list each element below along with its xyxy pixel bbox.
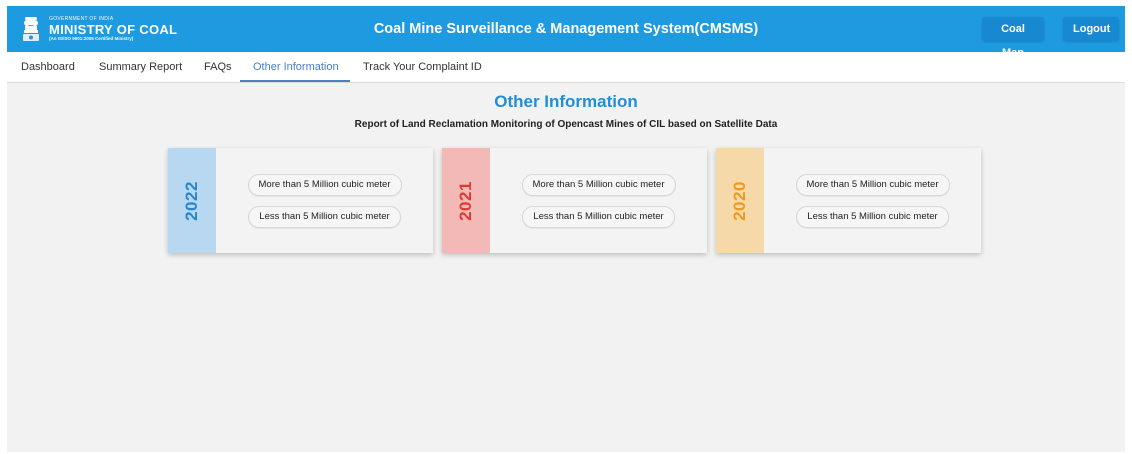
card-options: More than 5 Million cubic meter Less tha…	[764, 148, 981, 253]
year-strip: 2021	[442, 148, 490, 253]
report-card-2020: 2020 More than 5 Million cubic meter Les…	[716, 148, 981, 253]
nav-item-faqs[interactable]: FAQs	[204, 52, 232, 82]
year-label: 2020	[729, 180, 749, 221]
card-options: More than 5 Million cubic meter Less tha…	[216, 148, 433, 253]
logout-button[interactable]: Logout	[1063, 17, 1119, 41]
active-tab-indicator	[240, 80, 350, 82]
nav-item-other-information[interactable]: Other Information	[253, 52, 339, 82]
app-frame: GOVERNMENT OF INDIA MINISTRY OF COAL (An…	[7, 6, 1125, 452]
main-nav: Dashboard Summary Report FAQs Other Info…	[7, 52, 1125, 83]
year-strip: 2020	[716, 148, 764, 253]
page-title: Other Information	[494, 92, 638, 111]
less-than-5m-button[interactable]: Less than 5 Million cubic meter	[522, 205, 675, 228]
top-header: GOVERNMENT OF INDIA MINISTRY OF COAL (An…	[7, 6, 1125, 59]
logo-government-text: GOVERNMENT OF INDIA	[49, 15, 114, 22]
ministry-logo[interactable]: GOVERNMENT OF INDIA MINISTRY OF COAL (An…	[21, 15, 177, 43]
less-than-5m-button[interactable]: Less than 5 Million cubic meter	[796, 205, 949, 228]
coal-map-button[interactable]: Coal Map	[982, 17, 1044, 59]
card-options: More than 5 Million cubic meter Less tha…	[490, 148, 707, 253]
page-subtitle: Report of Land Reclamation Monitoring of…	[354, 119, 778, 130]
nav-item-track-complaint[interactable]: Track Your Complaint ID	[363, 52, 482, 82]
report-card-2022: 2022 More than 5 Million cubic meter Les…	[168, 148, 433, 253]
year-strip: 2022	[168, 148, 216, 253]
more-than-5m-button[interactable]: More than 5 Million cubic meter	[247, 173, 402, 196]
nav-item-dashboard[interactable]: Dashboard	[21, 52, 75, 82]
logo-certification-text: (An IS/ISO 9001:2008 Certified Ministry)	[49, 35, 134, 41]
more-than-5m-button[interactable]: More than 5 Million cubic meter	[795, 173, 950, 196]
national-emblem-icon	[21, 15, 41, 43]
nav-item-summary-report[interactable]: Summary Report	[99, 52, 182, 82]
more-than-5m-button[interactable]: More than 5 Million cubic meter	[521, 173, 676, 196]
year-label: 2021	[455, 180, 475, 221]
report-card-2021: 2021 More than 5 Million cubic meter Les…	[442, 148, 707, 253]
logo-ministry-text: MINISTRY OF COAL	[49, 21, 178, 37]
less-than-5m-button[interactable]: Less than 5 Million cubic meter	[248, 205, 401, 228]
year-label: 2022	[181, 180, 201, 221]
